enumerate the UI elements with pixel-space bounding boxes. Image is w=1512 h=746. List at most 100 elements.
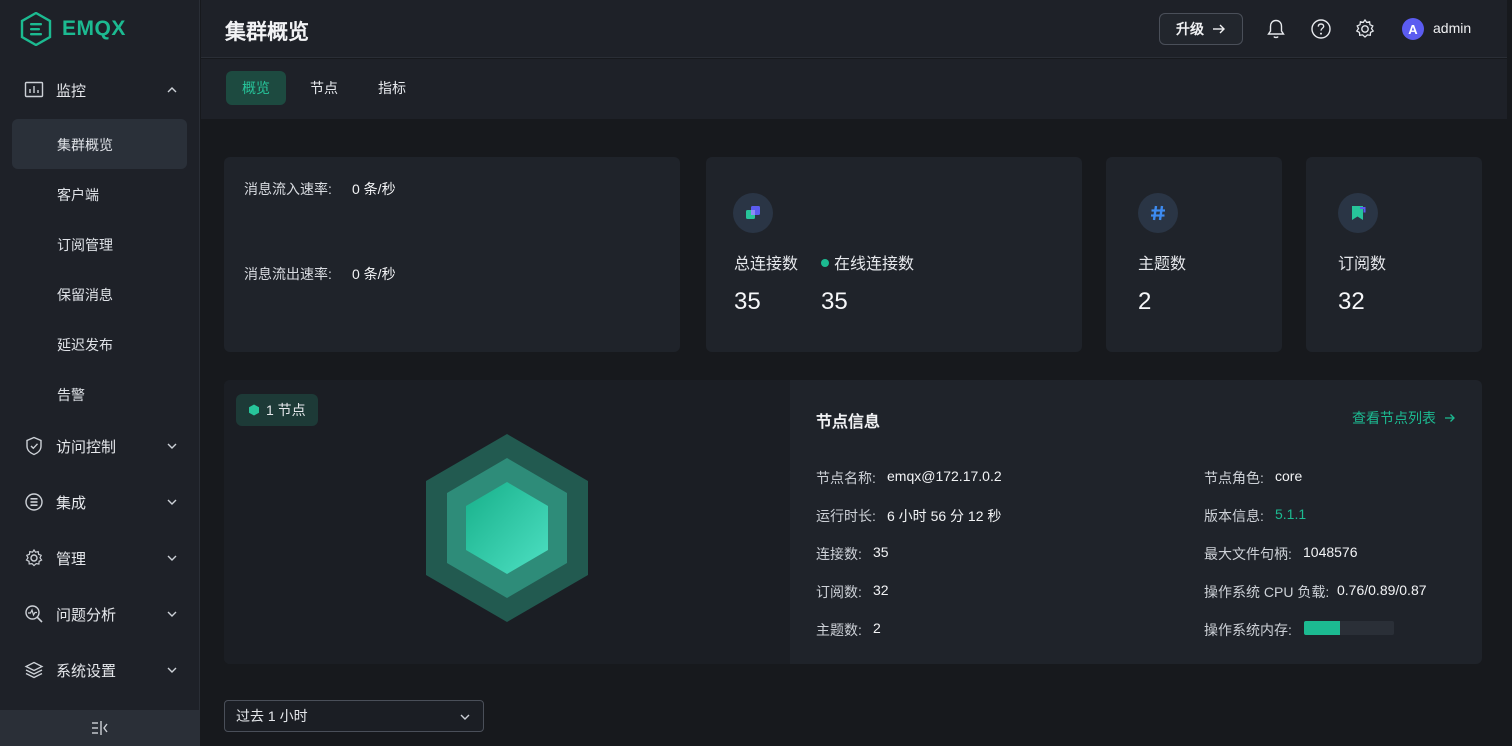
collapse-sidebar-icon <box>92 721 108 735</box>
connections-card: 总连接数 在线连接数 35 35 <box>706 157 1082 352</box>
in-rate-label: 消息流入速率: <box>244 181 332 197</box>
tab-overview[interactable]: 概览 <box>226 71 286 105</box>
chevron-down-icon <box>167 499 177 505</box>
total-connections-label: 总连接数 <box>734 256 799 273</box>
username[interactable]: admin <box>1433 20 1471 36</box>
shield-icon <box>26 436 42 456</box>
max-fds-label: 最大文件句柄: <box>1204 546 1292 562</box>
node-subscriptions-value: 32 <box>873 582 889 598</box>
avatar[interactable]: A <box>1402 18 1424 40</box>
version-label: 版本信息: <box>1204 508 1264 524</box>
cpu-load-value: 0.76/0.89/0.87 <box>1337 582 1427 598</box>
message-rate-card: 消息流入速率: 0 条/秒 消息流出速率: 0 条/秒 <box>224 157 680 352</box>
tab-nodes[interactable]: 节点 <box>298 71 350 105</box>
online-connections-value: 35 <box>821 288 848 315</box>
sidebar-group-management[interactable]: 管理 <box>0 538 200 578</box>
online-connections-label: 在线连接数 <box>834 256 915 273</box>
bell-icon[interactable] <box>1265 18 1287 40</box>
total-connections-value: 35 <box>734 288 761 315</box>
sidebar-group-diagnostics[interactable]: 问题分析 <box>0 594 200 634</box>
memory-usage-bar <box>1304 621 1394 635</box>
upgrade-label: 升级 <box>1176 21 1204 37</box>
chevron-up-icon <box>167 87 177 93</box>
tab-metrics[interactable]: 指标 <box>366 71 418 105</box>
node-hexagon-graphic[interactable] <box>424 432 590 624</box>
cpu-load-label: 操作系统 CPU 负载: <box>1204 584 1330 600</box>
node-role-label: 节点角色: <box>1204 470 1264 486</box>
sidebar-item-subscriptions[interactable]: 订阅管理 <box>12 219 187 269</box>
max-fds-value: 1048576 <box>1303 544 1358 560</box>
subscriptions-value: 32 <box>1338 288 1365 315</box>
tabs-bar: 概览 节点 指标 <box>201 59 1507 119</box>
chevron-down-icon <box>460 714 470 720</box>
online-connections-label-wrap: 在线连接数 <box>821 250 914 274</box>
emqx-logo-icon <box>20 12 52 46</box>
arrow-right-icon <box>1444 414 1455 422</box>
in-rate-value: 0 条/秒 <box>352 181 396 197</box>
memory-label: 操作系统内存: <box>1204 622 1292 638</box>
out-rate-label: 消息流出速率: <box>244 266 332 282</box>
sidebar-item-retained[interactable]: 保留消息 <box>12 269 187 319</box>
gear-icon <box>25 548 43 567</box>
logo-text: EMQX <box>62 17 126 40</box>
connections-icon <box>733 193 773 233</box>
sidebar-group-monitor[interactable]: 监控 <box>0 70 200 110</box>
sidebar-item-label: 告警 <box>57 387 85 403</box>
node-count-badge: 1 节点 <box>236 394 318 426</box>
chevron-down-icon <box>167 443 177 449</box>
hexagon-icon <box>249 404 259 416</box>
node-panel: 1 节点 节点信息 查看节点列表 节点名称: emqx@172.17.0.2 运… <box>224 380 1482 664</box>
sidebar-item-clients[interactable]: 客户端 <box>12 169 187 219</box>
node-info-title: 节点信息 <box>816 414 881 431</box>
node-topics-label: 主题数: <box>816 622 862 638</box>
online-status-dot <box>821 258 829 267</box>
hash-icon <box>1138 193 1178 233</box>
settings-icon[interactable] <box>1354 18 1376 40</box>
sidebar: EMQX 监控 集群概览 客户端 订阅管理 保留消息 延迟发布 告警 访问控制 <box>0 0 200 746</box>
upgrade-button[interactable]: 升级 <box>1159 13 1243 45</box>
time-range-value: 过去 1 小时 <box>236 708 308 724</box>
layers-icon <box>24 661 44 679</box>
uptime-label: 运行时长: <box>816 508 876 524</box>
memory-usage-fill <box>1304 621 1340 635</box>
subscriptions-label: 订阅数 <box>1338 256 1387 273</box>
sidebar-group-label: 集成 <box>56 494 87 512</box>
sidebar-group-label: 监控 <box>56 82 87 100</box>
view-node-list-link[interactable]: 查看节点列表 <box>1352 408 1456 428</box>
node-name-value: emqx@172.17.0.2 <box>887 468 1002 484</box>
emqx-logo[interactable]: EMQX <box>20 12 126 46</box>
help-icon[interactable] <box>1310 18 1332 40</box>
topics-card: 主题数 2 <box>1106 157 1282 352</box>
sidebar-item-label: 集群概览 <box>57 137 113 153</box>
subscription-icon <box>1338 193 1378 233</box>
node-topics-value: 2 <box>873 620 881 636</box>
sidebar-item-cluster-overview[interactable]: 集群概览 <box>12 119 187 169</box>
topics-label: 主题数 <box>1138 256 1187 273</box>
node-subscriptions-label: 订阅数: <box>816 584 862 600</box>
sidebar-group-label: 系统设置 <box>56 662 117 680</box>
monitor-icon <box>24 81 44 98</box>
analysis-icon <box>25 605 43 623</box>
uptime-value: 6 小时 56 分 12 秒 <box>887 508 1002 524</box>
sidebar-group-integration[interactable]: 集成 <box>0 482 200 522</box>
node-connections-value: 35 <box>873 544 889 560</box>
version-value: 5.1.1 <box>1275 506 1307 522</box>
node-count-label: 1 节点 <box>266 402 306 418</box>
sidebar-group-label: 访问控制 <box>56 438 117 456</box>
topics-value: 2 <box>1138 288 1152 315</box>
sidebar-group-system-settings[interactable]: 系统设置 <box>0 650 200 690</box>
sidebar-item-label: 保留消息 <box>57 287 113 303</box>
page-title: 集群概览 <box>225 21 309 44</box>
out-rate-value: 0 条/秒 <box>352 266 396 282</box>
collapse-sidebar-button[interactable] <box>0 710 200 746</box>
header: 集群概览 升级 A admin <box>201 0 1507 58</box>
sidebar-item-alarms[interactable]: 告警 <box>12 369 187 419</box>
sidebar-group-access-control[interactable]: 访问控制 <box>0 426 200 466</box>
node-topology: 1 节点 <box>224 380 790 664</box>
node-name-label: 节点名称: <box>816 470 876 486</box>
sidebar-item-delayed[interactable]: 延迟发布 <box>12 319 187 369</box>
chevron-down-icon <box>167 555 177 561</box>
sidebar-item-label: 延迟发布 <box>57 337 113 353</box>
node-role-value: core <box>1275 468 1303 484</box>
time-range-select[interactable]: 过去 1 小时 <box>224 700 484 732</box>
